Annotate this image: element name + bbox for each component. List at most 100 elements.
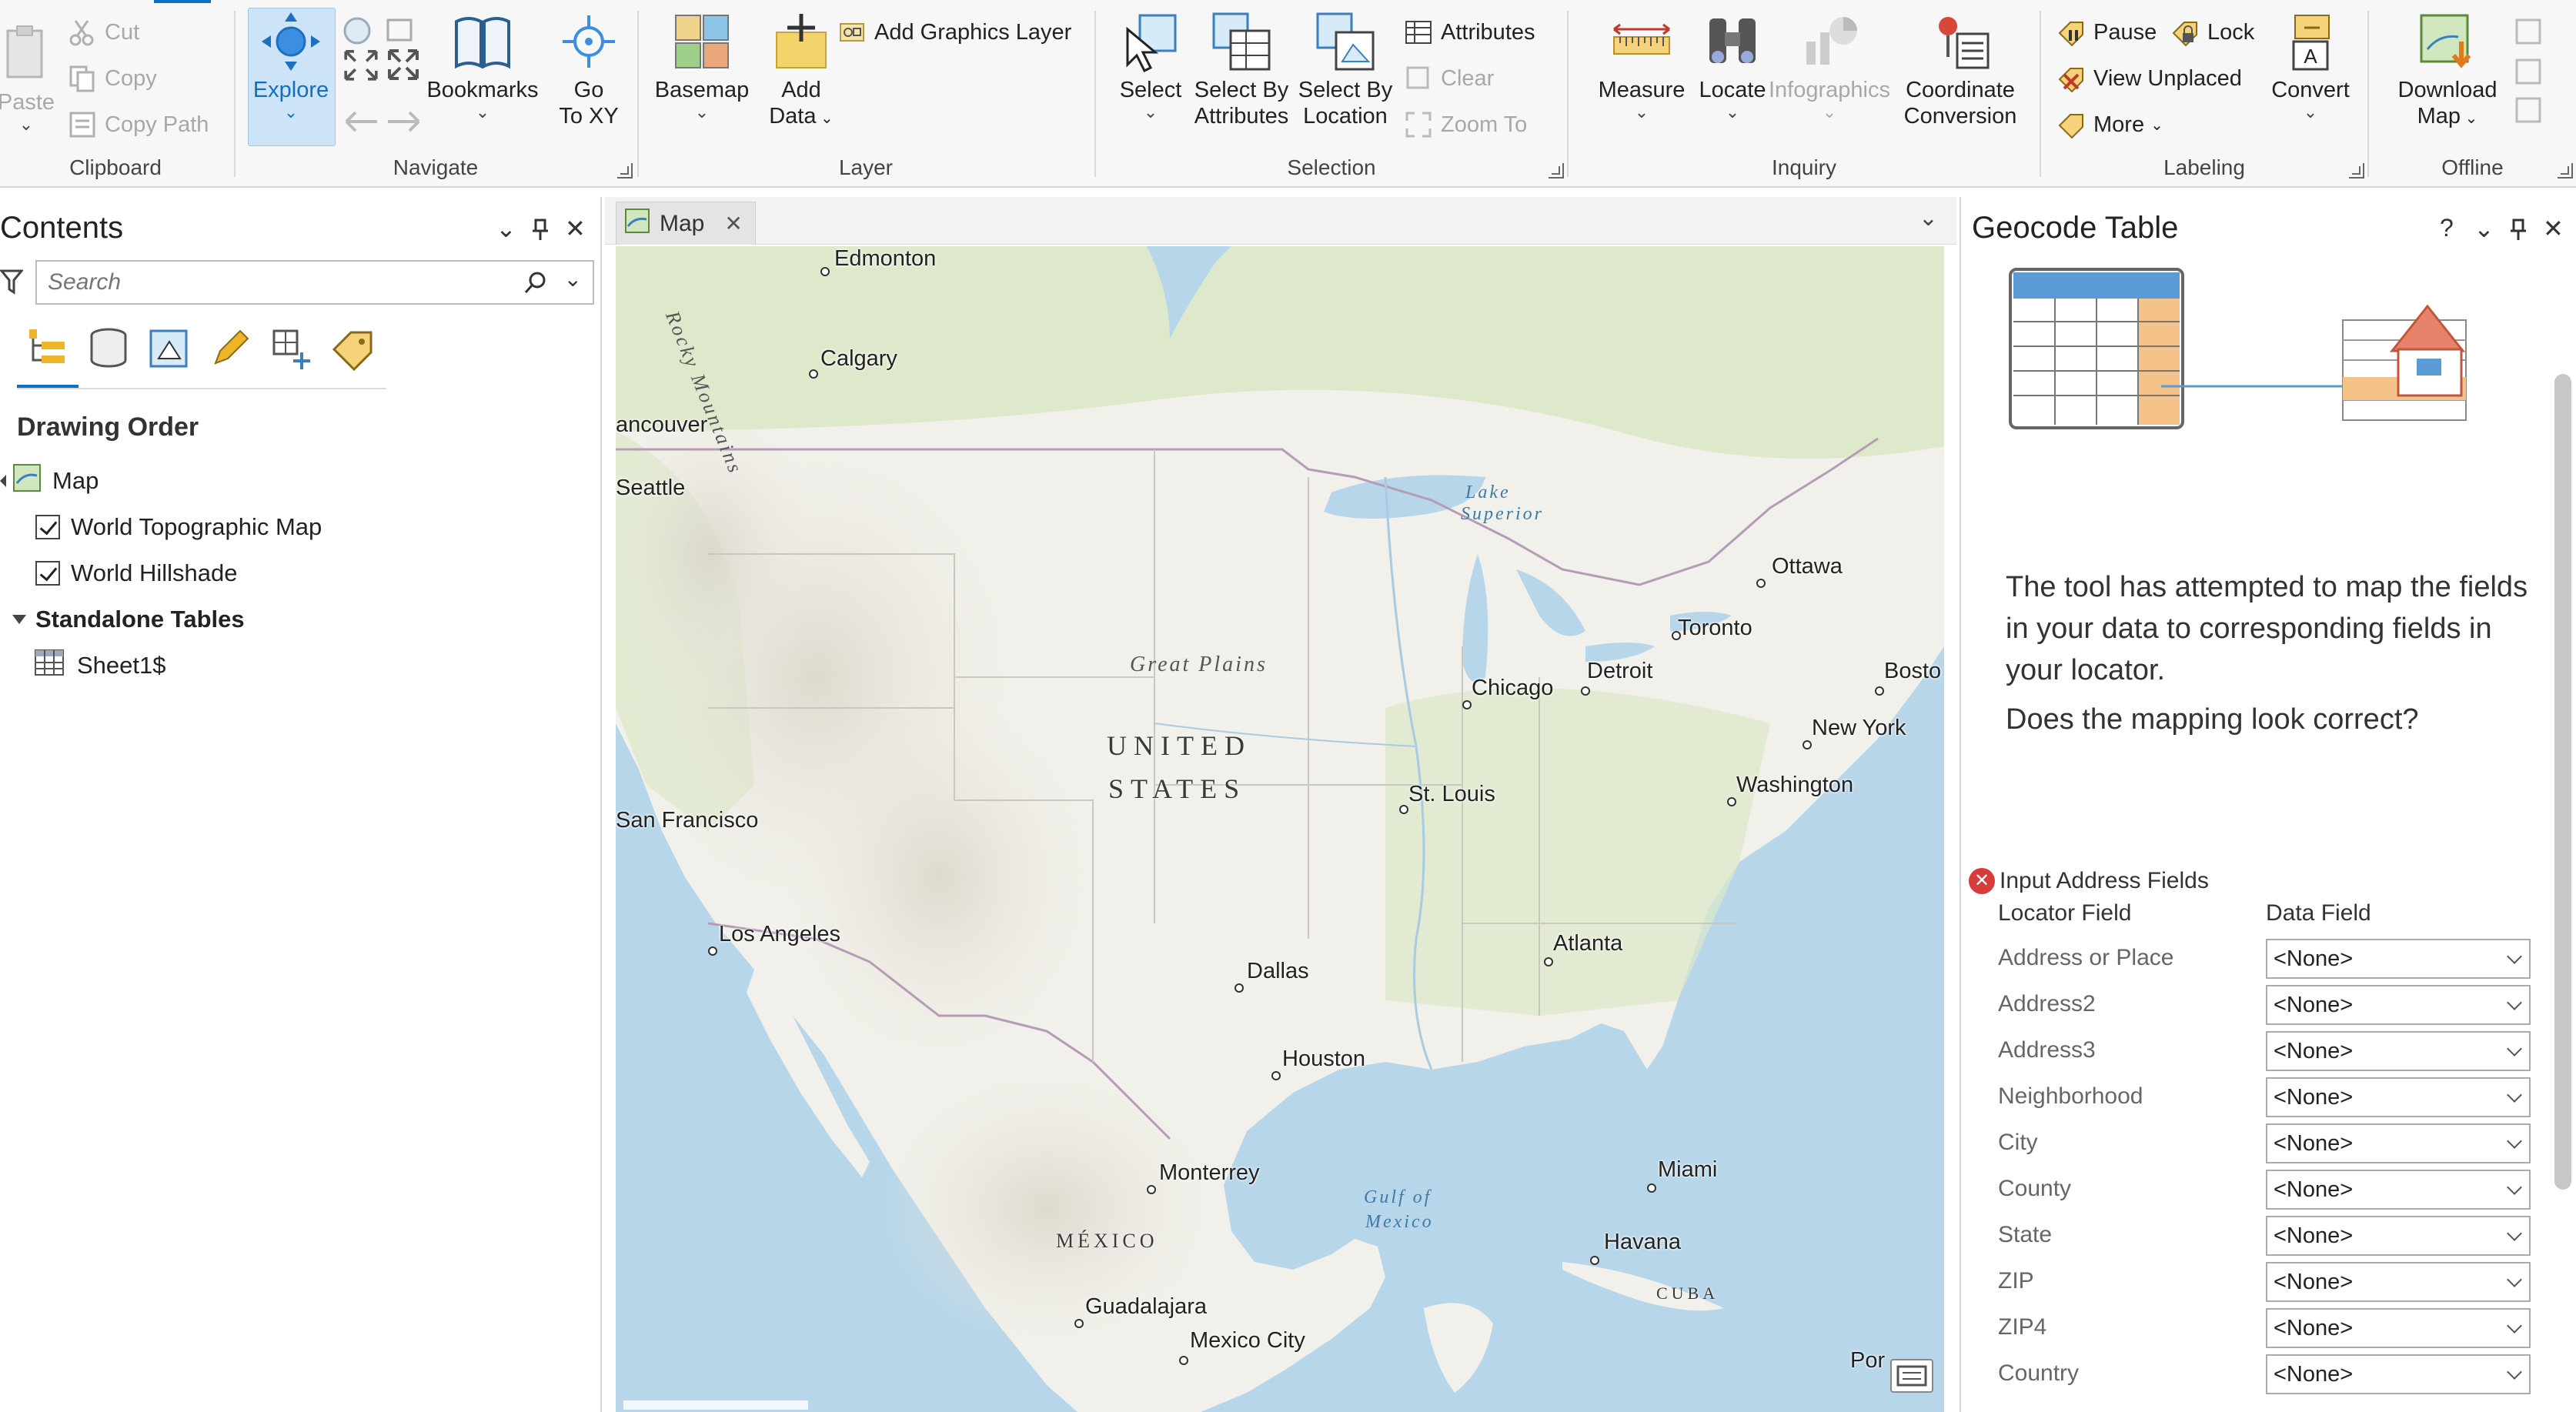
tree-item-table[interactable]: Sheet1$ [34, 646, 166, 685]
lock-label: Lock [2207, 19, 2255, 45]
go-to-xy-button[interactable]: Go To XY [546, 11, 631, 129]
list-by-snapping-icon[interactable] [268, 325, 316, 372]
layer-world-topographic[interactable]: World Topographic Map [35, 508, 322, 546]
copy-path-button[interactable]: Copy Path [68, 108, 209, 142]
data-field-select[interactable]: <None> [2266, 1077, 2531, 1117]
map-view[interactable]: Edmonton Calgary ancouver Seattle Ottawa… [616, 246, 1944, 1412]
contents-title: Contents [0, 211, 124, 245]
data-field-select[interactable]: <None> [2266, 1262, 2531, 1302]
city-label: Houston [1282, 1046, 1366, 1071]
pin-icon[interactable] [2509, 219, 2528, 248]
crosshair-icon [558, 11, 620, 72]
basemap-button[interactable]: Basemap ⌄ [648, 11, 756, 122]
chevron-down-icon: ⌄ [1822, 102, 1837, 122]
close-icon[interactable]: ✕ [724, 211, 742, 236]
field-mapping-row: County <None> [1961, 1167, 2576, 1213]
data-field-select[interactable]: <None> [2266, 985, 2531, 1025]
locator-field-label: State [1998, 1222, 2053, 1247]
data-field-select[interactable]: <None> [2266, 1308, 2531, 1348]
select-by-location-button[interactable]: Select By Location [1291, 11, 1399, 129]
locator-field-label: County [1998, 1176, 2072, 1201]
copy-button[interactable]: Copy [68, 62, 157, 95]
filter-icon[interactable] [0, 269, 25, 299]
water-label: Superior [1461, 504, 1544, 524]
chevron-down-icon[interactable]: ⌄ [496, 214, 516, 243]
contents-search-box[interactable]: ⌄ [35, 260, 594, 305]
select-by-attributes-icon [1211, 11, 1272, 72]
navigate-launcher-icon[interactable] [617, 163, 633, 179]
collapse-icon[interactable] [0, 475, 6, 487]
data-field-select[interactable]: <None> [2266, 1031, 2531, 1071]
lock-labeling-button[interactable]: Lock [2170, 15, 2254, 49]
offline-group: Download Map ⌄ Offline [2369, 0, 2576, 188]
add-graphics-layer-button[interactable]: Add Graphics Layer [837, 15, 1071, 49]
select-button[interactable]: Select ⌄ [1108, 11, 1193, 122]
layer-visibility-checkbox[interactable] [35, 561, 60, 586]
data-field-select[interactable]: <None> [2266, 939, 2531, 979]
selection-launcher-icon[interactable] [1549, 163, 1564, 179]
data-field-select[interactable]: <None> [2266, 1354, 2531, 1394]
data-field-value: <None> [2274, 1131, 2354, 1156]
convert-button[interactable]: A Convert ⌄ [2264, 11, 2357, 122]
data-field-select[interactable]: <None> [2266, 1170, 2531, 1210]
search-icon[interactable] [523, 271, 548, 302]
list-by-data-source-icon[interactable] [85, 325, 132, 372]
city-label: Detroit [1587, 659, 1653, 683]
pin-icon[interactable] [531, 219, 550, 247]
layer-visibility-checkbox[interactable] [35, 515, 60, 539]
inquiry-group-label: Inquiry [1771, 155, 1837, 179]
city-dot [1803, 740, 1812, 749]
data-field-value: <None> [2274, 1177, 2354, 1202]
clear-button[interactable]: Clear [1404, 62, 1494, 95]
more-labeling-button[interactable]: More ⌄ [2056, 108, 2163, 142]
explore-button[interactable]: Explore ⌄ [252, 11, 329, 122]
pause-labeling-button[interactable]: Pause [2056, 15, 2157, 49]
list-by-selection-icon[interactable] [145, 325, 192, 372]
download-map-label-1: Download [2397, 78, 2497, 102]
bookmarks-label: Bookmarks [426, 78, 539, 102]
infographics-label: Infographics [1769, 78, 1890, 102]
view-unplaced-label: View Unplaced [2093, 65, 2242, 91]
tree-item-standalone-tables[interactable]: Standalone Tables [12, 600, 245, 639]
attributes-button[interactable]: Attributes [1404, 15, 1535, 49]
cut-button[interactable]: Cut [68, 15, 139, 49]
tree-item-map[interactable]: Map [0, 462, 99, 500]
chevron-down-icon[interactable]: ⌄ [1919, 205, 1938, 232]
tab-map[interactable]: Map ✕ [616, 202, 756, 245]
standalone-tables-label: Standalone Tables [35, 606, 245, 633]
close-icon[interactable]: ✕ [565, 214, 586, 243]
input-address-fields-header: ✕ Input Address Fields [1969, 868, 2209, 894]
close-icon[interactable]: ✕ [2543, 214, 2564, 243]
water-label: Lake [1465, 482, 1511, 502]
chevron-down-icon: ⌄ [694, 102, 710, 122]
field-mapping-row: State <None> [1961, 1213, 2576, 1259]
zoom-to-button[interactable]: Zoom To [1404, 108, 1527, 142]
infographics-button[interactable]: Infographics ⌄ [1764, 11, 1895, 122]
pane-scrollbar[interactable] [2554, 374, 2571, 1190]
search-input[interactable] [48, 269, 479, 295]
list-by-labeling-icon[interactable] [329, 325, 377, 372]
data-field-select[interactable]: <None> [2266, 1216, 2531, 1256]
chevron-down-icon[interactable]: ⌄ [2474, 214, 2494, 243]
layer-world-hillshade[interactable]: World Hillshade [35, 554, 238, 593]
paste-button[interactable]: Paste ⌄ [0, 23, 57, 134]
help-icon[interactable]: ? [2440, 214, 2454, 242]
go-to-xy-label-2: To XY [559, 104, 619, 129]
add-data-button[interactable]: Add Data ⌄ [759, 11, 844, 132]
selection-group-label: Selection [1287, 155, 1376, 179]
offline-launcher-icon[interactable] [2558, 163, 2573, 179]
infographics-icon [1799, 11, 1860, 72]
download-map-button[interactable]: Download Map ⌄ [2386, 11, 2509, 132]
select-by-attributes-button[interactable]: Select By Attributes [1185, 11, 1298, 129]
view-unplaced-button[interactable]: View Unplaced [2056, 62, 2242, 95]
chevron-down-icon[interactable]: ⌄ [564, 266, 582, 292]
list-by-editing-icon[interactable] [206, 325, 254, 372]
data-field-select[interactable]: <None> [2266, 1123, 2531, 1163]
list-by-drawing-order-icon[interactable] [23, 325, 71, 372]
expand-icon[interactable] [12, 615, 26, 624]
map-tools-button[interactable] [1890, 1359, 1933, 1393]
data-field-value: <None> [2274, 1316, 2354, 1340]
coordinate-conversion-button[interactable]: Coordinate Conversion [1895, 11, 2026, 129]
labeling-launcher-icon[interactable] [2349, 163, 2364, 179]
bookmarks-button[interactable]: Bookmarks ⌄ [425, 11, 540, 122]
